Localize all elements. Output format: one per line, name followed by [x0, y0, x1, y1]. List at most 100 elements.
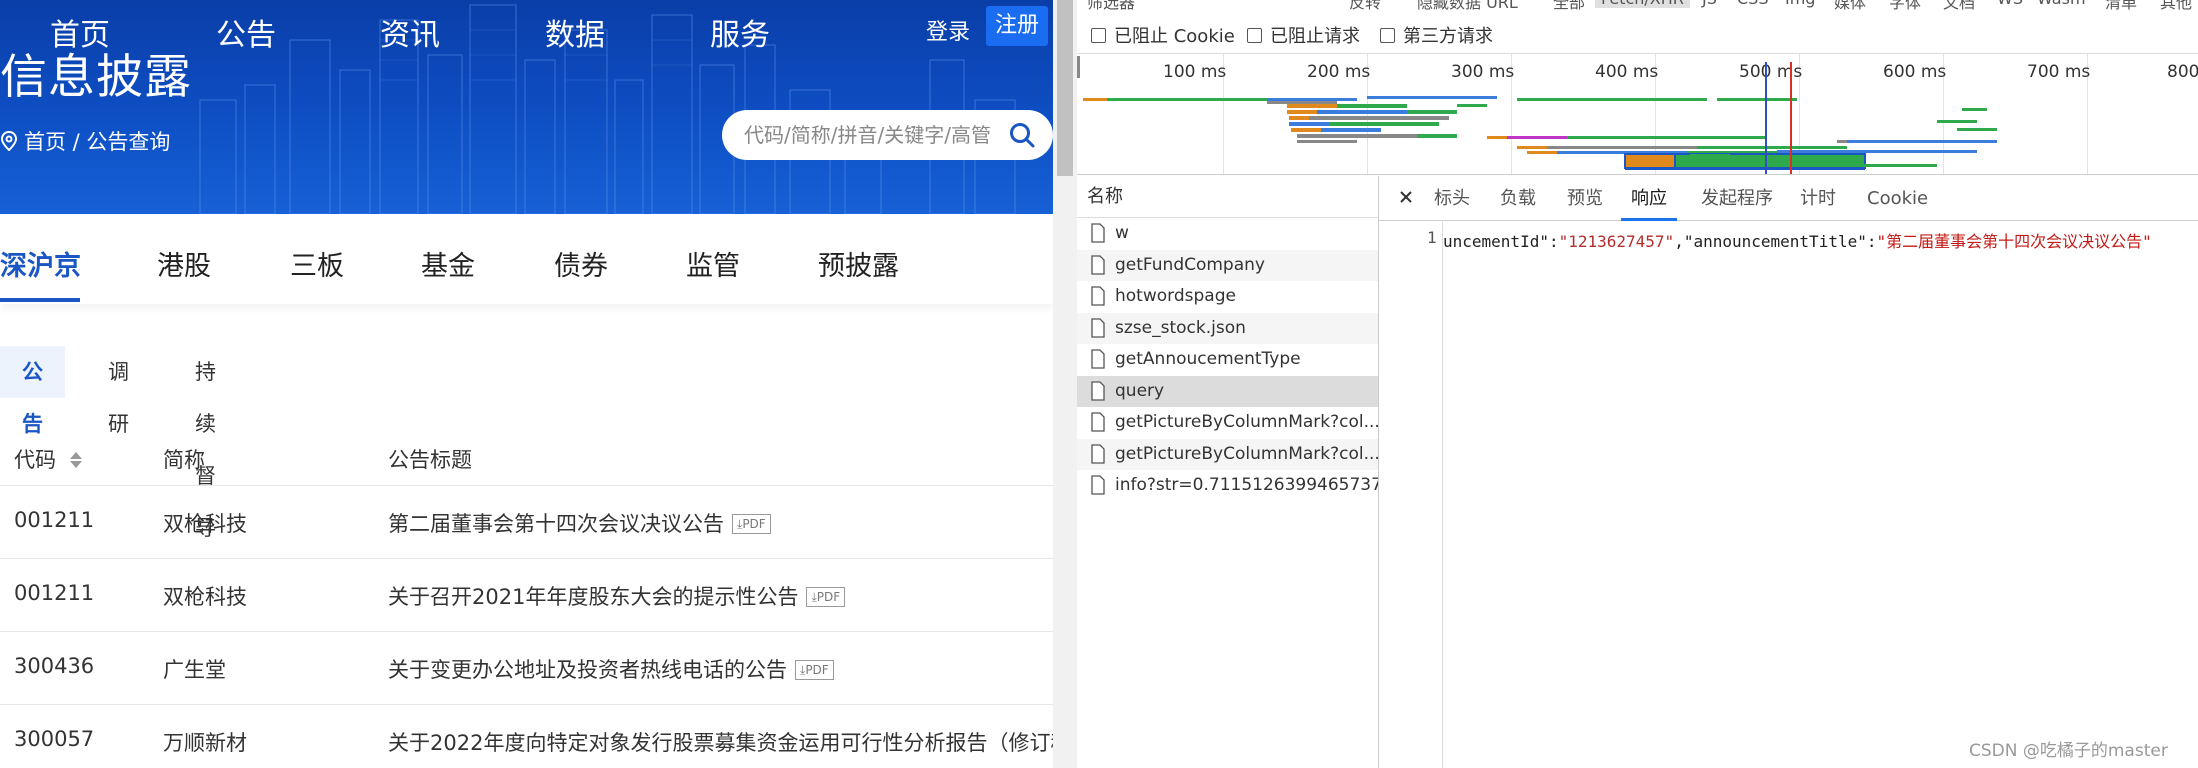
nav-news[interactable]: 资讯	[380, 10, 440, 54]
cell-code: 001211	[14, 581, 95, 605]
cell-title-link[interactable]: 关于2022年度向特定对象发行股票募集资金运用可行性分析报告（修订稿	[388, 727, 1053, 757]
request-row[interactable]: getPictureByColumnMark?col...	[1077, 438, 1378, 470]
filter-manifest[interactable]: 清单	[2105, 0, 2137, 12]
nav-data[interactable]: 数据	[545, 10, 605, 54]
tab-new-third-board[interactable]: 三板	[290, 244, 344, 283]
filter-css[interactable]: CSS	[1737, 0, 1768, 8]
active-tab-underline	[0, 298, 80, 302]
checkbox-blocked-requests[interactable]: 已阻止请求	[1247, 22, 1360, 48]
table-row[interactable]: 001211 双枪科技 关于召开2021年年度股东大会的提示性公告 ⤓PDF	[0, 559, 1053, 632]
breadcrumb: 首页 / 公告查询	[0, 126, 170, 156]
tab-regulation[interactable]: 监管	[686, 244, 740, 283]
checkbox-box[interactable]	[1091, 27, 1106, 43]
checkbox-third-party-requests[interactable]: 第三方请求	[1380, 22, 1493, 48]
page-scrollbar[interactable]	[1053, 0, 1077, 768]
request-row-selected[interactable]: query	[1077, 375, 1378, 407]
name-column-header[interactable]: 名称	[1077, 176, 1378, 218]
tab-initiator[interactable]: 发起程序	[1701, 176, 1773, 221]
tab-shenhujing[interactable]: 深沪京	[0, 244, 81, 283]
document-icon	[1091, 475, 1105, 495]
filter-img[interactable]: Img	[1785, 0, 1815, 8]
cell-title-text: 第二届董事会第十四次会议决议公告	[388, 512, 724, 536]
tab-preview[interactable]: 预览	[1567, 176, 1603, 221]
close-icon[interactable]	[1397, 188, 1415, 206]
table-row[interactable]: 001211 双枪科技 第二届董事会第十四次会议决议公告 ⤓PDF	[0, 486, 1053, 559]
table-row[interactable]: 300057 万顺新材 关于2022年度向特定对象发行股票募集资金运用可行性分析…	[0, 705, 1053, 768]
request-row[interactable]: getFundCompany	[1077, 249, 1378, 281]
nav-announcements[interactable]: 公告	[216, 10, 276, 54]
subtab-continuous-supervision[interactable]: 持续督导	[195, 346, 216, 540]
breadcrumb-text[interactable]: 首页 / 公告查询	[24, 126, 170, 156]
nav-service[interactable]: 服务	[710, 10, 770, 54]
pdf-badge[interactable]: ⤓PDF	[806, 587, 846, 607]
filter-fetch-xhr[interactable]: Fetch/XHR	[1595, 0, 1690, 8]
pdf-badge-label: PDF	[805, 663, 829, 677]
json-separator: ,	[1674, 232, 1684, 251]
filter-invert[interactable]: 反转	[1349, 0, 1381, 12]
column-header-code-label: 代码	[14, 448, 56, 472]
tab-timing[interactable]: 计时	[1800, 176, 1836, 221]
cell-name: 双枪科技	[163, 585, 247, 609]
subtab-research[interactable]: 调研	[108, 346, 129, 436]
filter-other[interactable]: 其他	[2160, 0, 2192, 12]
request-name: w	[1115, 223, 1129, 243]
checkbox-blocked-cookies[interactable]: 已阻止 Cookie	[1091, 22, 1235, 48]
city-skyline-illustration	[199, 4, 1016, 214]
document-icon	[1091, 412, 1105, 432]
filter-input[interactable]: 筛选器	[1087, 0, 1135, 12]
filter-font[interactable]: 字体	[1889, 0, 1921, 12]
filter-media[interactable]: 媒体	[1834, 0, 1866, 12]
column-header-name: 简称	[163, 448, 205, 472]
cell-code: 300436	[14, 654, 95, 678]
tab-bonds[interactable]: 债券	[554, 244, 608, 283]
table-header: 代码 简称 公告标题	[0, 428, 1053, 486]
filter-doc[interactable]: 文档	[1943, 0, 1975, 12]
cell-name: 广生堂	[163, 658, 226, 682]
cell-title-link[interactable]: 关于召开2021年年度股东大会的提示性公告 ⤓PDF	[388, 581, 846, 611]
request-row[interactable]: hotwordspage	[1077, 281, 1378, 313]
network-timeline-overview[interactable]: 100 ms 200 ms 300 ms 400 ms 500 ms 600 m…	[1077, 53, 2198, 175]
login-link[interactable]: 登录	[926, 14, 970, 46]
request-row[interactable]: w	[1077, 218, 1378, 250]
cell-title-text: 关于变更办公地址及投资者热线电话的公告	[388, 658, 787, 682]
devtools-network-panel: 筛选器 反转 隐藏数据 URL 全部 Fetch/XHR JS CSS Img …	[1077, 0, 2198, 768]
table-row[interactable]: 300436 广生堂 关于变更办公地址及投资者热线电话的公告 ⤓PDF	[0, 632, 1053, 705]
tab-payload[interactable]: 负载	[1500, 176, 1536, 221]
sort-icon[interactable]	[69, 451, 83, 469]
register-button[interactable]: 注册	[986, 6, 1048, 46]
subtab-announcements[interactable]: 公告	[0, 346, 65, 436]
location-pin-icon	[0, 131, 18, 151]
search-icon[interactable]	[1008, 121, 1036, 149]
cell-code: 001211	[14, 508, 95, 532]
filter-hide-data-urls[interactable]: 隐藏数据 URL	[1417, 0, 1518, 12]
request-row[interactable]: szse_stock.json	[1077, 312, 1378, 344]
filter-wasm[interactable]: Wasm	[2037, 0, 2086, 8]
search-box	[722, 110, 1053, 160]
tab-headers[interactable]: 标头	[1434, 176, 1470, 221]
request-row[interactable]: info?str=0.7115126399465737	[1077, 470, 1378, 502]
search-input[interactable]	[744, 110, 994, 160]
response-body-viewer[interactable]: 1 uncementId":"1213627457","announcement…	[1379, 222, 2198, 768]
tab-hk-stocks[interactable]: 港股	[157, 244, 211, 283]
response-code-line[interactable]: uncementId":"1213627457","announcementTi…	[1443, 228, 2198, 252]
page-scrollbar-thumb[interactable]	[1057, 0, 1073, 176]
pdf-badge[interactable]: ⤓PDF	[795, 660, 834, 680]
checkbox-box[interactable]	[1380, 27, 1395, 43]
filter-all[interactable]: 全部	[1553, 0, 1585, 12]
website-viewport: 首页 公告 资讯 数据 服务 登录 注册 信息披露 首页 / 公告查询 深沪京 …	[0, 0, 1053, 768]
request-name: info?str=0.7115126399465737	[1115, 475, 1378, 495]
request-row[interactable]: getPictureByColumnMark?col...	[1077, 407, 1378, 439]
request-name: getFundCompany	[1115, 254, 1265, 275]
tab-funds[interactable]: 基金	[421, 244, 475, 283]
column-header-code[interactable]: 代码	[14, 444, 83, 474]
tab-cookies[interactable]: Cookie	[1867, 176, 1928, 221]
request-row[interactable]: getAnnoucementType	[1077, 344, 1378, 376]
cell-title-link[interactable]: 关于变更办公地址及投资者热线电话的公告 ⤓PDF	[388, 654, 834, 684]
filter-ws[interactable]: WS	[1997, 0, 2023, 8]
filter-js[interactable]: JS	[1702, 0, 1717, 8]
cell-title-link[interactable]: 第二届董事会第十四次会议决议公告 ⤓PDF	[388, 508, 771, 538]
checkbox-box[interactable]	[1247, 27, 1262, 43]
tab-response[interactable]: 响应	[1621, 176, 1677, 221]
pdf-badge[interactable]: ⤓PDF	[732, 514, 771, 534]
tab-pre-disclosure[interactable]: 预披露	[818, 244, 899, 283]
